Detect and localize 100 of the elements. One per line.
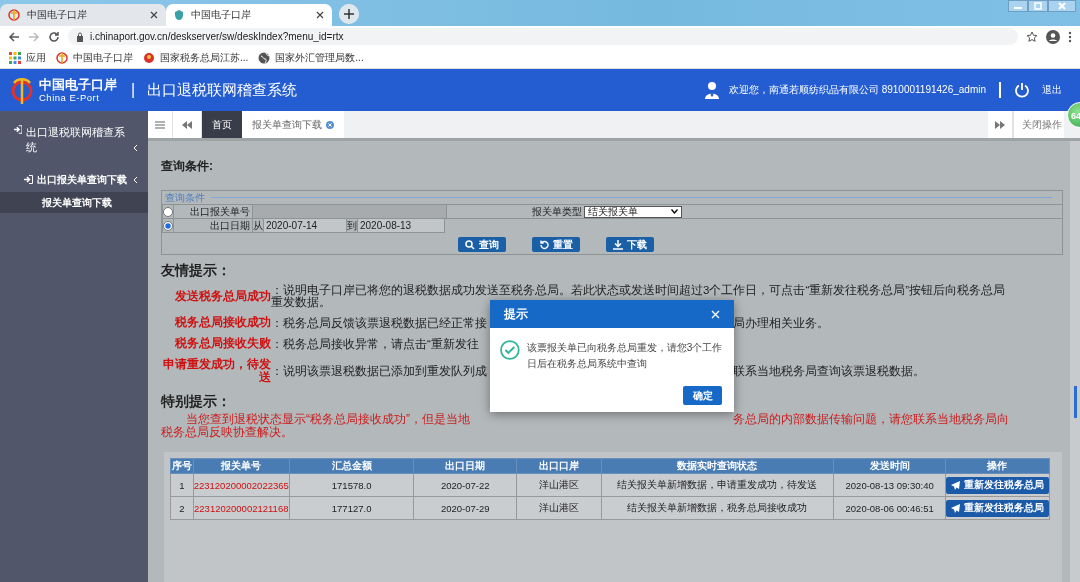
tip-text: ：说明电子口岸已将您的退税数据成功发送至税务总局。若此状态或发送时间超过3个工作日，可点击“重新发往税务总局”按钮后向税务总局重发数据。: [271, 284, 1007, 308]
close-icon[interactable]: [316, 11, 324, 19]
download-icon: [613, 239, 623, 250]
table-cell: 2020-08-13 09:30:40: [833, 473, 946, 497]
bookmark[interactable]: 国家外汇管理局数...: [258, 50, 364, 65]
logo-text: 中国电子口岸: [39, 77, 117, 92]
column-header: 出口口岸: [516, 458, 602, 474]
page-tab[interactable]: 报关单查询下载: [242, 111, 344, 138]
status-label: 税务总局接收成功: [174, 316, 271, 329]
double-right-arrow-icon: [995, 120, 1005, 129]
radio-button[interactable]: [163, 206, 173, 217]
section-heading: 友情提示：: [161, 261, 231, 279]
scrollbar[interactable]: [1070, 141, 1080, 582]
section-heading: 查询条件:: [161, 158, 214, 175]
tip-text: ：税务总局接收异常，请点击“重新发往: [271, 337, 480, 350]
notice-text: 当您查到退税状态显示“税务总局接收成功”，但是当地: [185, 413, 471, 426]
menu-icon: [155, 120, 165, 129]
send-icon: [950, 480, 960, 490]
dialog-title: 提示: [504, 305, 528, 323]
welcome-text: 欢迎您，南通若顺纺织品有限公司 8910001191426_admin: [728, 83, 986, 97]
browser-tab[interactable]: 中国电子口岸: [166, 4, 332, 26]
back-icon[interactable]: [8, 30, 20, 43]
table-cell: 结关报关单新增数据，税务总局接收成功: [601, 496, 834, 520]
browser-tab[interactable]: 中国电子口岸: [0, 4, 166, 26]
restore-icon[interactable]: [1028, 0, 1048, 12]
table-cell: 177127.0: [289, 496, 414, 520]
menu-icon[interactable]: [1068, 30, 1072, 43]
shield-icon: [174, 9, 184, 21]
lock-icon: [76, 31, 84, 42]
logo-subtitle: China E-Port: [39, 91, 101, 103]
scroll-right-button[interactable]: [988, 111, 1013, 138]
reset-button[interactable]: 重置: [532, 237, 580, 252]
table-cell: 2: [170, 496, 194, 520]
system-title: 出口退税联网稽查系统: [147, 80, 298, 100]
sidebar-item[interactable]: 报关单查询下载: [0, 192, 148, 213]
tip-text: 局办理相关业务。: [733, 316, 830, 329]
sidebar-item[interactable]: 出口退税联网稽查系统: [0, 111, 148, 155]
field-label: 报关单类型: [532, 204, 582, 219]
check-circle-icon: [500, 340, 520, 360]
radio-button[interactable]: [163, 220, 173, 231]
login-icon: [24, 175, 33, 184]
table-cell: 结关报关单新增数据，申请重发成功，待发送: [601, 473, 834, 497]
address-bar[interactable]: i.chinaport.gov.cn/deskserver/sw/deskIndex?menu_id=rtx: [68, 28, 1018, 45]
dropdown[interactable]: 结关报关单: [584, 205, 682, 218]
user-icon: [704, 81, 719, 99]
table-cell: 171578.0: [289, 473, 414, 497]
tip-text: ：说明该票退税数据已添加到重发队列成: [271, 365, 488, 377]
power-icon[interactable]: [1014, 82, 1030, 98]
column-header: 汇总金额: [289, 458, 414, 474]
search-button[interactable]: 查询: [458, 237, 506, 252]
minimize-icon[interactable]: [1008, 0, 1028, 12]
section-heading: 特别提示：: [161, 392, 231, 410]
logo-icon: [10, 75, 34, 105]
globe-icon: [258, 51, 271, 64]
account-icon[interactable]: [1046, 29, 1060, 44]
resend-button[interactable]: 重新发往税务总局: [945, 476, 1049, 494]
apps-icon: [9, 51, 21, 64]
close-operations-menu[interactable]: 关闭操作: [1013, 111, 1064, 138]
column-header: 数据实时查询状态: [601, 458, 834, 474]
bookmark[interactable]: 国家税务总局江苏...: [143, 50, 249, 65]
table-cell: 2020-08-06 00:46:51: [833, 496, 946, 520]
page-tab[interactable]: 首页: [202, 111, 242, 138]
emblem-icon: [143, 51, 155, 64]
reset-icon: [539, 239, 549, 250]
logout-link[interactable]: 退出: [1042, 83, 1062, 97]
dialog-message: 该票报关单已向税务总局重发，请您3个工作日后在税务总局系统中查询: [526, 341, 724, 371]
menu-toggle-button[interactable]: [148, 111, 173, 138]
status-label: 发送税务总局成功: [174, 289, 271, 303]
login-icon: [14, 125, 23, 134]
resend-button[interactable]: 重新发往税务总局: [945, 499, 1049, 517]
close-window-icon[interactable]: [1048, 0, 1076, 12]
status-label: 申请重发成功，待发送: [162, 358, 271, 384]
double-left-arrow-icon: [182, 120, 192, 129]
column-header: 序号: [170, 458, 194, 474]
scroll-left-button[interactable]: [173, 111, 202, 138]
column-header: 发送时间: [833, 458, 946, 474]
download-button[interactable]: 下载: [606, 237, 654, 252]
tip-text: ：税务总局反馈该票退税数据已经正常接: [271, 316, 488, 329]
bookmark[interactable]: 中国电子口岸: [56, 50, 133, 65]
send-icon: [950, 503, 960, 513]
column-header: 报关单号: [193, 458, 290, 474]
form-legend: 查询条件: [165, 190, 205, 205]
star-icon[interactable]: [1026, 30, 1038, 43]
table-cell: 1: [170, 473, 194, 497]
tip-text: 联系当地税务局查询该票退税数据。: [733, 365, 926, 377]
sidebar-item[interactable]: 出口报关单查询下载: [0, 163, 148, 192]
close-icon[interactable]: [150, 11, 158, 19]
date-field[interactable]: 2020-07-14: [263, 218, 347, 233]
date-field[interactable]: 2020-08-13: [357, 218, 445, 233]
caret-icon: [671, 209, 678, 214]
bookmark[interactable]: 应用: [9, 50, 46, 65]
ok-button[interactable]: 确定: [683, 386, 722, 405]
chevron-icon: [133, 175, 138, 184]
field-label: 出口日期: [173, 218, 253, 233]
new-tab-icon[interactable]: [339, 4, 359, 24]
reload-icon[interactable]: [48, 30, 60, 43]
status-label: 税务总局接收失败: [174, 337, 271, 350]
column-header: 操作: [945, 458, 1050, 474]
notice-text: 税务总局反映协查解决。: [161, 426, 294, 439]
favicon-icon: [8, 9, 20, 21]
